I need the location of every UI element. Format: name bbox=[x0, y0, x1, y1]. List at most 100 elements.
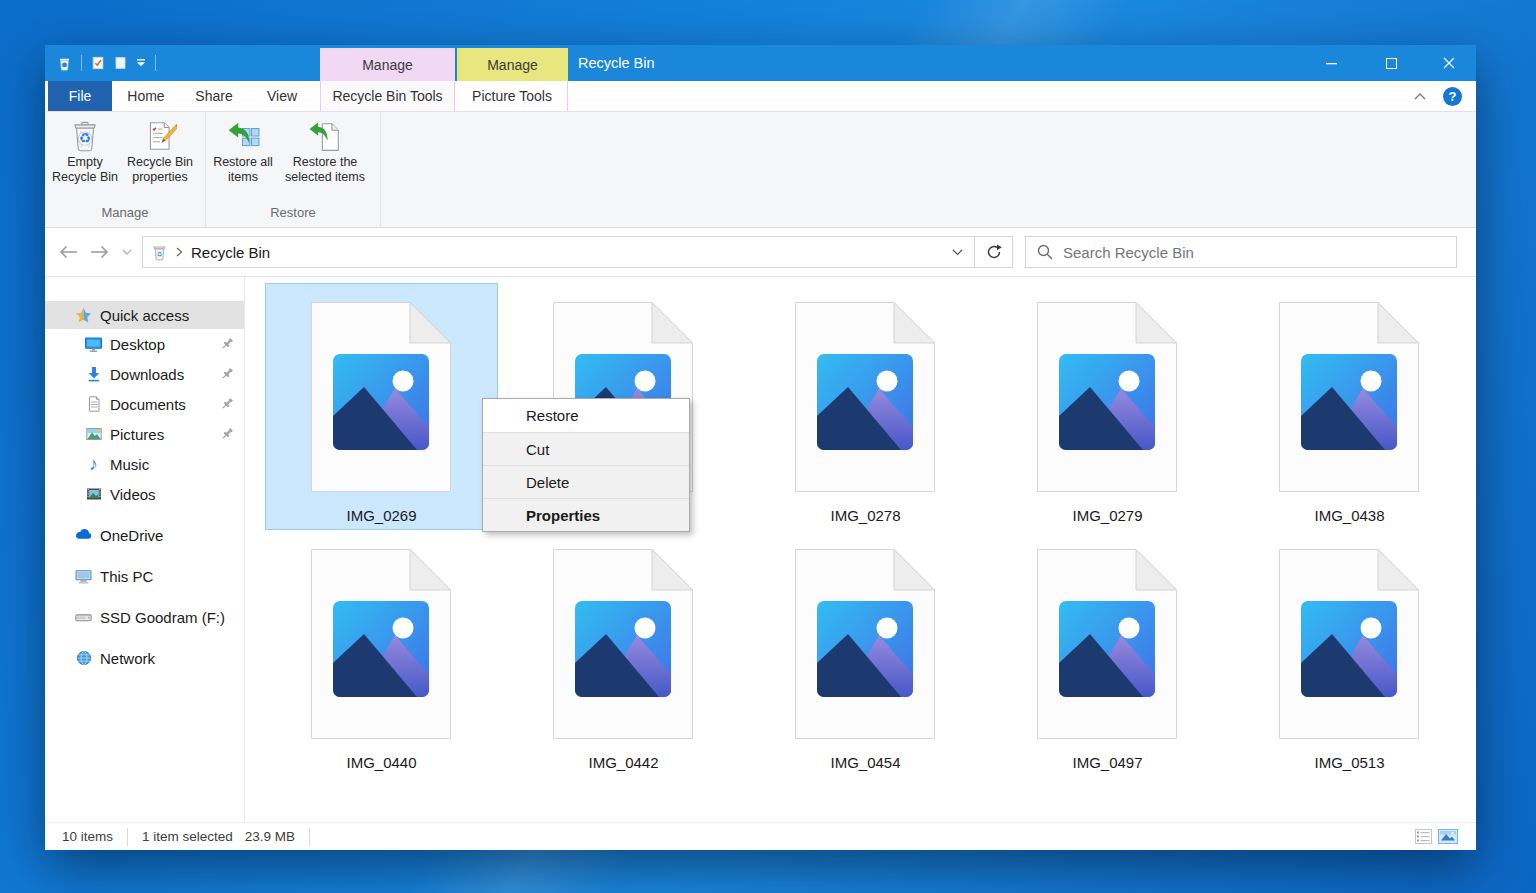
address-dropdown-button[interactable] bbox=[940, 237, 974, 267]
breadcrumb[interactable]: ♻ Recycle Bin bbox=[143, 244, 940, 261]
ribbon-button[interactable]: Restore all items bbox=[211, 116, 275, 185]
sidebar-item-icon bbox=[85, 366, 102, 383]
context-menu: RestoreCutDelete Properties bbox=[482, 398, 690, 532]
file-item[interactable]: IMG_0497 bbox=[991, 530, 1224, 777]
ribbon-button-icon bbox=[308, 119, 342, 153]
ribbon-group-label: Manage bbox=[45, 205, 205, 227]
context-menu-item[interactable]: Properties bbox=[483, 498, 689, 531]
ribbon: ♻Empty Recycle BinRecycle Bin properties… bbox=[45, 112, 1476, 228]
image-thumbnail bbox=[817, 601, 913, 697]
context-menu-item-label: Properties bbox=[526, 507, 600, 524]
file-list-area: IMG_0269 IMG_0278 IMG_0279 IMG_0438 bbox=[245, 277, 1476, 822]
ribbon-button[interactable]: Restore the selected items bbox=[275, 116, 375, 185]
sidebar-item[interactable]: Downloads bbox=[45, 359, 244, 389]
navigation-toolbar: ♻ Recycle Bin Search Recycle Bin bbox=[45, 228, 1476, 277]
ribbon-tab-row: File Home Share View Recycle Bin Tools Pic… bbox=[45, 81, 1476, 112]
ribbon-tab[interactable]: Home bbox=[112, 81, 180, 111]
details-view-button[interactable] bbox=[1415, 829, 1432, 844]
qat-customize-icon[interactable] bbox=[136, 59, 146, 67]
tab-label: View bbox=[267, 88, 297, 104]
sidebar-item-label: OneDrive bbox=[100, 527, 163, 544]
file-name: IMG_0454 bbox=[749, 754, 982, 771]
sidebar-item[interactable]: ♪Music bbox=[45, 449, 244, 479]
file-item[interactable]: IMG_0269 bbox=[265, 283, 498, 530]
recycle-bin-window-icon bbox=[57, 56, 72, 71]
sidebar-item-icon bbox=[75, 527, 92, 544]
breadcrumb-location[interactable]: Recycle Bin bbox=[191, 244, 270, 261]
file-item[interactable]: IMG_0454 bbox=[749, 530, 982, 777]
recent-locations-chevron[interactable] bbox=[122, 249, 132, 255]
sidebar-item-label: Quick access bbox=[100, 307, 189, 324]
sidebar-item-icon bbox=[85, 396, 102, 413]
ribbon-button[interactable]: Recycle Bin properties bbox=[120, 116, 200, 185]
file-item[interactable]: IMG_0438 bbox=[1233, 283, 1466, 530]
sidebar-item[interactable]: Desktop bbox=[45, 329, 244, 359]
ribbon-tab[interactable]: Share bbox=[180, 81, 248, 111]
tab-label: Home bbox=[127, 88, 164, 104]
ribbon-group-restore: Restore all itemsRestore the selected it… bbox=[206, 112, 381, 227]
breadcrumb-chevron-icon[interactable] bbox=[176, 247, 183, 257]
ribbon-group-manage: ♻Empty Recycle BinRecycle Bin properties… bbox=[45, 112, 206, 227]
help-button[interactable]: ? bbox=[1443, 87, 1462, 106]
thumbnail-view-button[interactable] bbox=[1438, 829, 1458, 844]
explorer-window: Manage Manage Recycle Bin File Home Share V… bbox=[45, 45, 1476, 850]
image-thumbnail bbox=[1059, 354, 1155, 450]
sidebar-item[interactable]: Network bbox=[45, 643, 244, 673]
sidebar-item-label: Documents bbox=[110, 396, 186, 413]
svg-text:♻: ♻ bbox=[79, 130, 91, 146]
recycle-bin-icon: ♻ bbox=[151, 244, 168, 261]
sidebar-item[interactable]: Quick access bbox=[45, 301, 244, 329]
sidebar-item[interactable]: Videos bbox=[45, 479, 244, 509]
tab-recycle-bin-tools[interactable]: Recycle Bin Tools bbox=[320, 81, 455, 111]
window-controls bbox=[1301, 45, 1476, 81]
file-item[interactable]: IMG_0279 bbox=[991, 283, 1224, 530]
contextual-tab-label: Manage bbox=[362, 57, 413, 73]
context-menu-item[interactable]: Delete bbox=[483, 465, 689, 498]
sidebar-item-label: Downloads bbox=[110, 366, 184, 383]
close-button[interactable] bbox=[1421, 45, 1476, 81]
ribbon-tab[interactable]: View bbox=[248, 81, 316, 111]
ribbon-button[interactable]: ♻Empty Recycle Bin bbox=[50, 116, 120, 185]
qat-newfolder-icon[interactable] bbox=[114, 56, 127, 70]
sidebar-item[interactable]: Documents bbox=[45, 389, 244, 419]
sidebar-item-label: Network bbox=[100, 650, 155, 667]
tab-file[interactable]: File bbox=[48, 81, 112, 111]
sidebar-item[interactable]: OneDrive bbox=[45, 520, 244, 550]
file-item[interactable]: IMG_0513 bbox=[1233, 530, 1466, 777]
svg-text:♻: ♻ bbox=[157, 251, 162, 257]
ribbon-button-label: Recycle Bin properties bbox=[122, 155, 198, 185]
file-name: IMG_0438 bbox=[1233, 507, 1466, 524]
back-button[interactable] bbox=[58, 244, 78, 260]
context-menu-item[interactable]: Restore bbox=[483, 399, 689, 432]
context-menu-item[interactable]: Cut bbox=[483, 432, 689, 465]
file-name: IMG_0278 bbox=[749, 507, 982, 524]
address-bar[interactable]: ♻ Recycle Bin bbox=[142, 236, 1013, 268]
qat-properties-icon[interactable] bbox=[91, 56, 105, 70]
minimize-button[interactable] bbox=[1301, 45, 1361, 81]
file-item[interactable]: IMG_0440 bbox=[265, 530, 498, 777]
sidebar-item[interactable]: This PC bbox=[45, 561, 244, 591]
sidebar-item[interactable]: SSD Goodram (F:) bbox=[45, 602, 244, 632]
forward-button[interactable] bbox=[90, 244, 110, 260]
selection-count: 1 item selected bbox=[142, 829, 233, 844]
file-item[interactable]: IMG_0442 bbox=[507, 530, 740, 777]
file-item[interactable]: IMG_0278 bbox=[749, 283, 982, 530]
refresh-button[interactable] bbox=[974, 237, 1012, 267]
ribbon-button-label: Restore the selected items bbox=[277, 155, 373, 185]
sidebar-item-label: Music bbox=[110, 456, 149, 473]
contextual-tab-label: Manage bbox=[487, 57, 538, 73]
tab-picture-tools[interactable]: Picture Tools bbox=[457, 81, 568, 111]
contextual-tab-header[interactable]: Manage bbox=[457, 48, 568, 81]
minimize-ribbon-button[interactable] bbox=[1406, 81, 1434, 111]
contextual-tab-header[interactable]: Manage bbox=[320, 48, 455, 81]
ribbon-group-label: Restore bbox=[206, 205, 380, 227]
tab-label: Share bbox=[195, 88, 232, 104]
search-box[interactable]: Search Recycle Bin bbox=[1025, 236, 1457, 268]
search-placeholder: Search Recycle Bin bbox=[1063, 244, 1194, 261]
sidebar-item[interactable]: Pictures bbox=[45, 419, 244, 449]
sidebar-item-label: This PC bbox=[100, 568, 153, 585]
maximize-button[interactable] bbox=[1361, 45, 1421, 81]
sidebar-item-label: Pictures bbox=[110, 426, 164, 443]
status-bar: 10 items 1 item selected 23.9 MB bbox=[45, 822, 1476, 850]
window-title: Recycle Bin bbox=[578, 55, 655, 71]
